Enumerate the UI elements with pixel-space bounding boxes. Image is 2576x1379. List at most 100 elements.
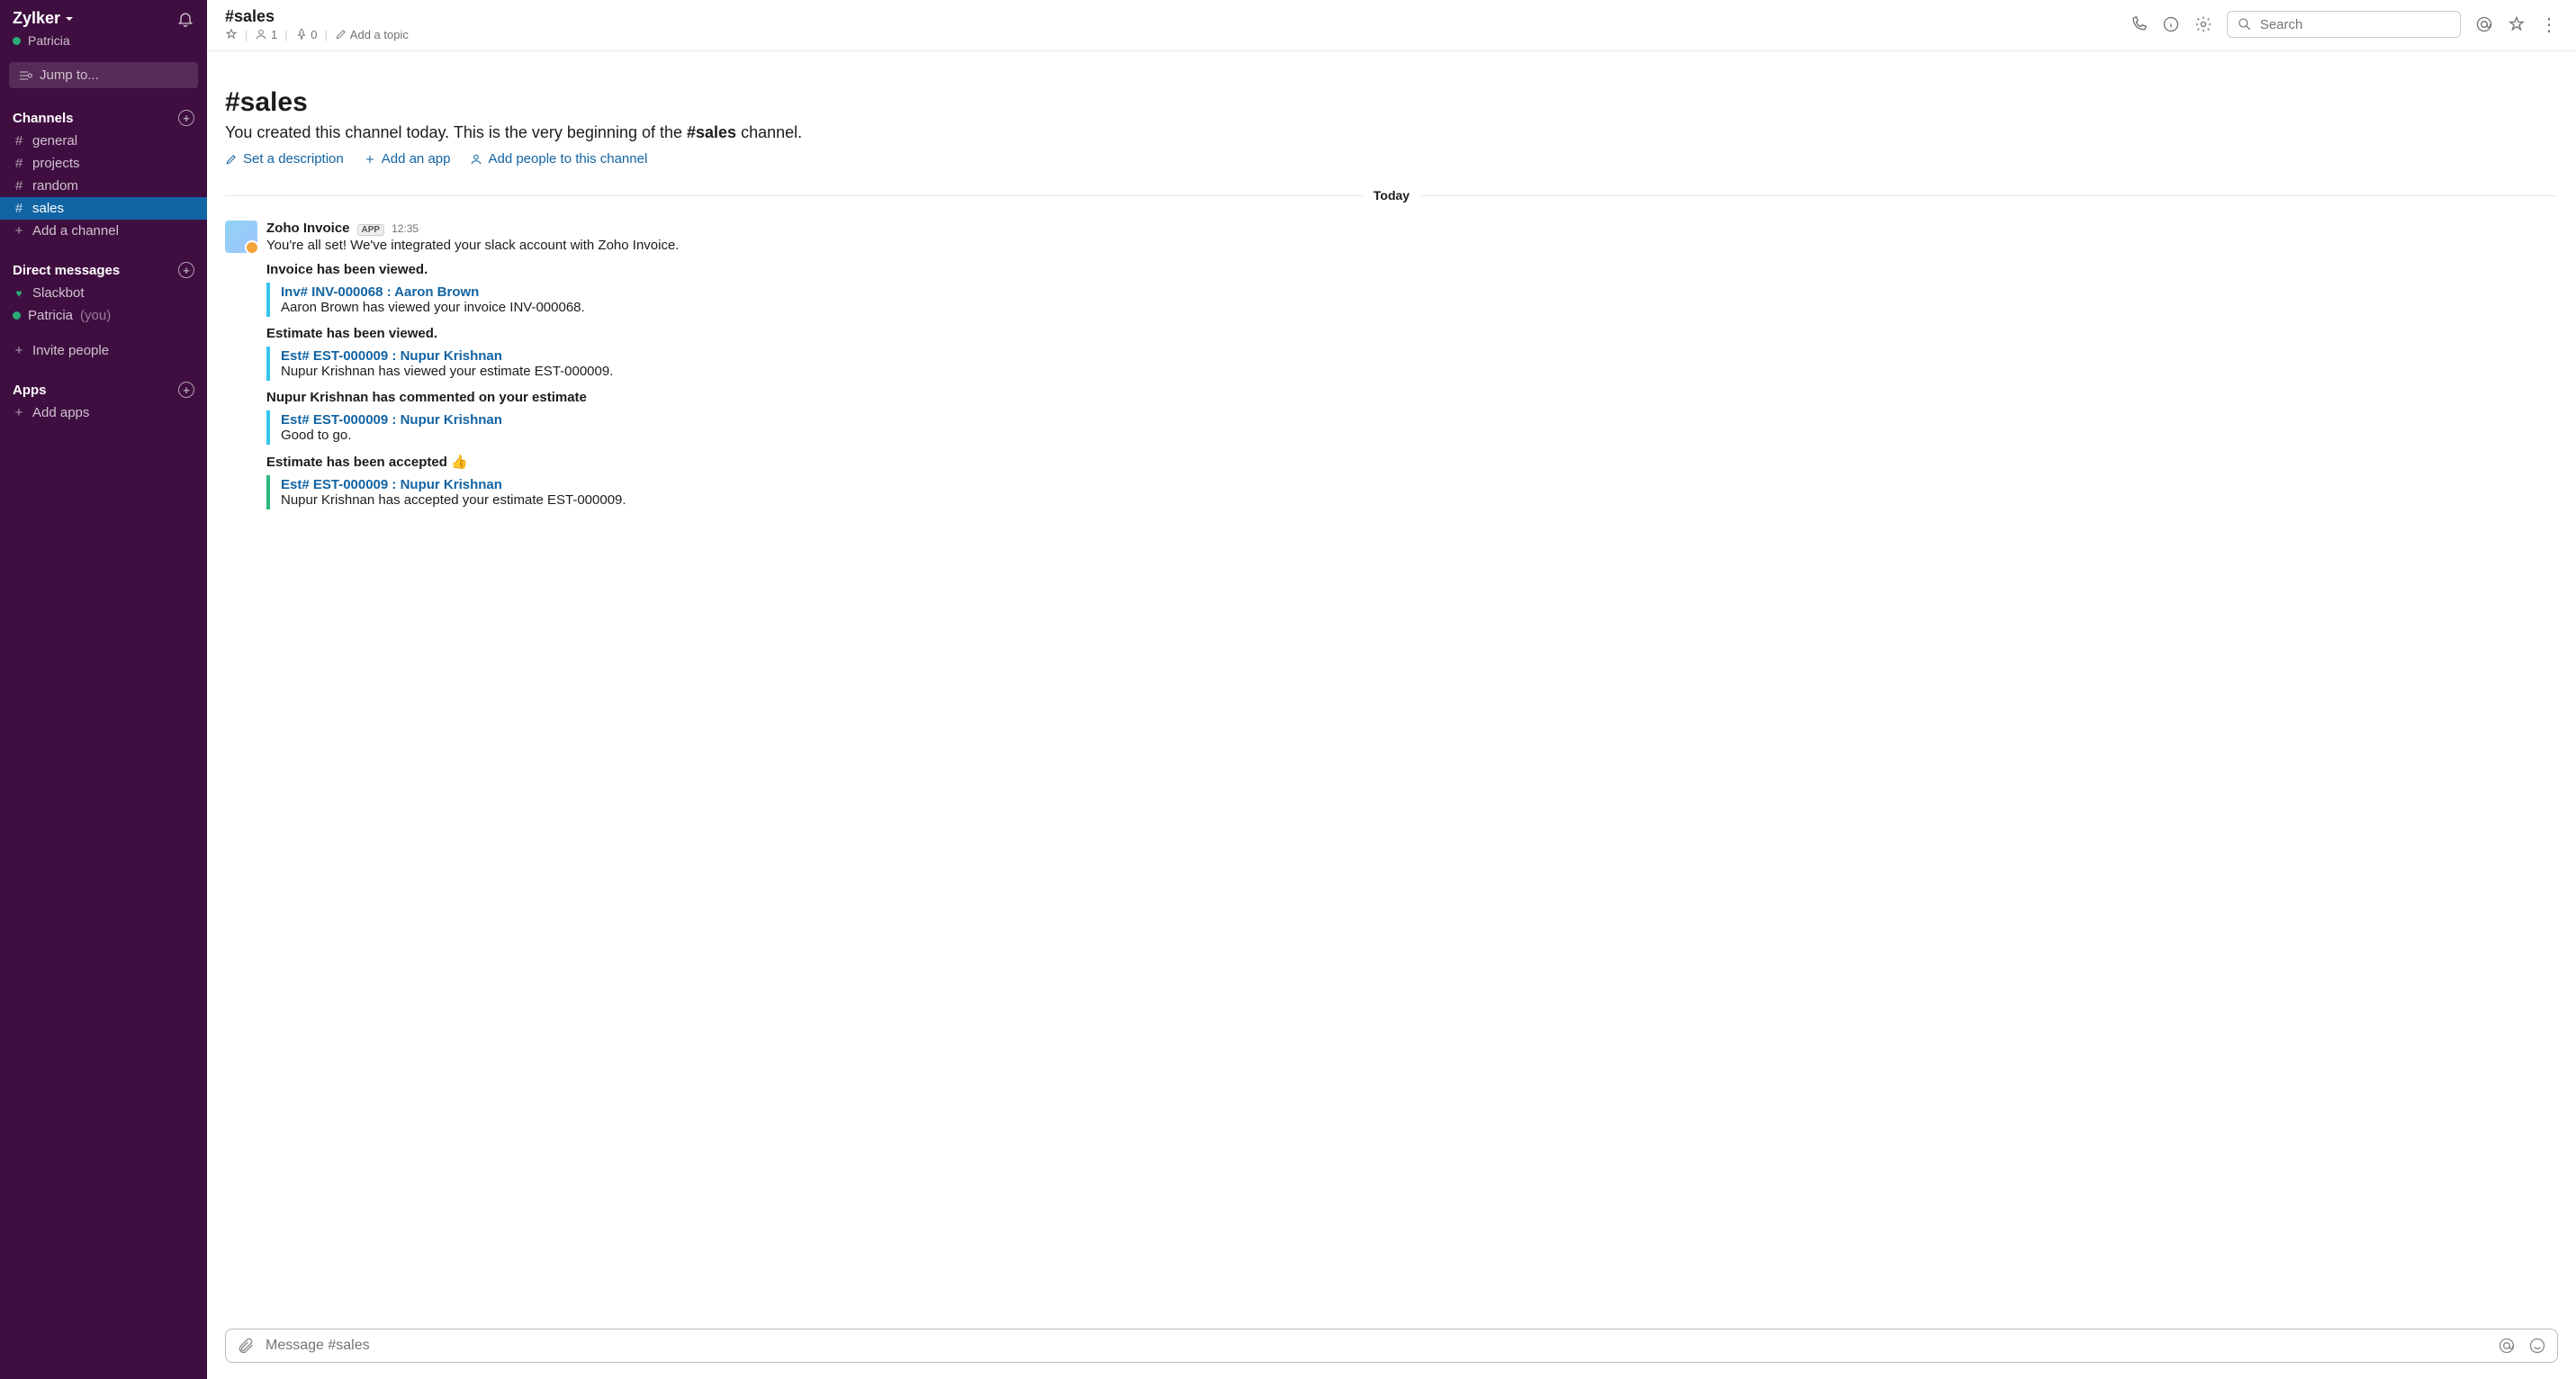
- invite-label: Invite people: [32, 343, 109, 358]
- pin-icon: [295, 28, 308, 41]
- attachment-heading: Estimate has been viewed.: [266, 326, 2558, 341]
- search-box[interactable]: [2227, 11, 2461, 38]
- pencil-icon: [225, 153, 238, 166]
- message-text: You're all set! We've integrated your sl…: [266, 238, 2558, 253]
- sidebar-channel-sales[interactable]: # sales: [0, 197, 207, 220]
- you-tag: (you): [80, 308, 111, 323]
- sidebar-channel-general[interactable]: # general: [0, 130, 207, 152]
- attachment-title-link[interactable]: Inv# INV-000068 : Aaron Brown: [281, 284, 2558, 300]
- add-app-icon[interactable]: +: [178, 382, 194, 398]
- attachment-text: Aaron Brown has viewed your invoice INV-…: [281, 300, 2558, 315]
- search-input[interactable]: [2260, 17, 2451, 32]
- invite-people-link[interactable]: + Invite people: [0, 339, 207, 362]
- mentions-icon[interactable]: [2475, 15, 2493, 33]
- dm-label: Patricia: [28, 308, 73, 323]
- paperclip-icon[interactable]: [237, 1337, 255, 1355]
- attachment-title-link[interactable]: Est# EST-000009 : Nupur Krishnan: [281, 412, 2558, 428]
- member-count[interactable]: 1: [255, 28, 277, 41]
- attachment-block: Inv# INV-000068 : Aaron BrownAaron Brown…: [266, 283, 2558, 317]
- mention-icon[interactable]: [2498, 1337, 2516, 1355]
- set-description-link[interactable]: Set a description: [225, 151, 344, 167]
- add-topic-button[interactable]: Add a topic: [335, 28, 409, 41]
- plus-icon: [364, 153, 376, 166]
- hash-icon: #: [13, 156, 25, 171]
- date-divider: Today: [225, 188, 2558, 203]
- star-icon: [225, 28, 238, 41]
- star-channel-button[interactable]: [225, 28, 238, 41]
- heart-icon: ♥: [13, 287, 25, 300]
- channel-label: random: [32, 178, 78, 194]
- app-avatar[interactable]: [225, 221, 257, 253]
- add-channel-label: Add a channel: [32, 223, 119, 239]
- phone-icon[interactable]: [2130, 15, 2148, 33]
- attachment-heading: Nupur Krishnan has commented on your est…: [266, 390, 2558, 405]
- chevron-down-icon: [64, 14, 75, 24]
- message: Zoho Invoice APP 12:35 You're all set! W…: [225, 221, 2558, 515]
- add-apps-link[interactable]: + Add apps: [0, 401, 207, 424]
- channel-header: #sales | 1 | 0 | Add a topic: [207, 0, 2576, 51]
- app-badge: APP: [357, 224, 385, 236]
- channel-intro: #sales You created this channel today. T…: [225, 87, 2558, 167]
- pin-count[interactable]: 0: [295, 28, 318, 41]
- channels-heading: Channels: [13, 111, 74, 126]
- attachment-block: Est# EST-000009 : Nupur KrishnanNupur Kr…: [266, 475, 2558, 509]
- plus-icon: +: [13, 405, 25, 420]
- message-scroll-area[interactable]: #sales You created this channel today. T…: [207, 51, 2576, 1329]
- attachment-block: Est# EST-000009 : Nupur KrishnanNupur Kr…: [266, 347, 2558, 381]
- add-an-app-link[interactable]: Add an app: [364, 151, 451, 167]
- message-composer[interactable]: [225, 1329, 2558, 1363]
- star-favorites-icon[interactable]: [2508, 15, 2526, 33]
- workspace-switcher[interactable]: Zylker: [13, 9, 75, 28]
- attachment-title-link[interactable]: Est# EST-000009 : Nupur Krishnan: [281, 348, 2558, 364]
- add-channel-link[interactable]: + Add a channel: [0, 220, 207, 242]
- pencil-icon: [335, 28, 347, 41]
- sidebar-dm-patricia[interactable]: Patricia (you): [0, 304, 207, 327]
- date-divider-label: Today: [1374, 188, 1410, 203]
- more-menu-icon[interactable]: ⋮: [2540, 14, 2558, 36]
- emoji-icon[interactable]: [2528, 1337, 2546, 1355]
- attachment-text: Nupur Krishnan has accepted your estimat…: [281, 492, 2558, 508]
- attachment-heading: Estimate has been accepted 👍: [266, 454, 2558, 470]
- add-dm-icon[interactable]: +: [178, 262, 194, 278]
- sidebar-channel-projects[interactable]: # projects: [0, 152, 207, 175]
- person-icon: [255, 28, 267, 41]
- message-time: 12:35: [392, 222, 419, 235]
- search-icon: [2237, 15, 2253, 33]
- jump-to-input[interactable]: Jump to...: [9, 62, 198, 88]
- person-icon: [470, 153, 482, 166]
- attachment-text: Nupur Krishnan has viewed your estimate …: [281, 364, 2558, 379]
- hash-icon: #: [13, 178, 25, 194]
- add-people-link[interactable]: Add people to this channel: [470, 151, 647, 167]
- attachment-title-link[interactable]: Est# EST-000009 : Nupur Krishnan: [281, 477, 2558, 492]
- workspace-name-label: Zylker: [13, 9, 60, 28]
- add-channel-icon[interactable]: +: [178, 110, 194, 126]
- sidebar-channel-random[interactable]: # random: [0, 175, 207, 197]
- attachment-heading: Invoice has been viewed.: [266, 262, 2558, 277]
- attachment-block: Est# EST-000009 : Nupur KrishnanGood to …: [266, 410, 2558, 445]
- sidebar-dm-slackbot[interactable]: ♥Slackbot: [0, 282, 207, 304]
- message-author[interactable]: Zoho Invoice: [266, 221, 350, 236]
- dm-heading: Direct messages: [13, 263, 120, 278]
- current-user-name: Patricia: [28, 33, 70, 48]
- jump-to-placeholder: Jump to...: [40, 68, 99, 83]
- presence-dot-icon: [13, 37, 21, 45]
- message-input[interactable]: [266, 1338, 2487, 1354]
- channel-label: general: [32, 133, 77, 149]
- add-apps-label: Add apps: [32, 405, 89, 420]
- hash-icon: #: [13, 201, 25, 216]
- current-user-row[interactable]: Patricia: [0, 33, 207, 57]
- plus-icon: +: [13, 343, 25, 358]
- channel-intro-text: You created this channel today. This is …: [225, 123, 2558, 142]
- channel-label: sales: [32, 201, 64, 216]
- info-icon[interactable]: [2162, 15, 2180, 33]
- hash-icon: #: [13, 133, 25, 149]
- channel-label: projects: [32, 156, 80, 171]
- presence-dot-icon: [13, 311, 21, 320]
- bell-icon[interactable]: [176, 10, 194, 28]
- apps-heading: Apps: [13, 383, 47, 398]
- main-area: #sales | 1 | 0 | Add a topic: [207, 0, 2576, 1379]
- channel-name[interactable]: #sales: [225, 7, 409, 26]
- gear-icon[interactable]: [2194, 15, 2212, 33]
- attachment-text: Good to go.: [281, 428, 2558, 443]
- channel-intro-title: #sales: [225, 87, 2558, 118]
